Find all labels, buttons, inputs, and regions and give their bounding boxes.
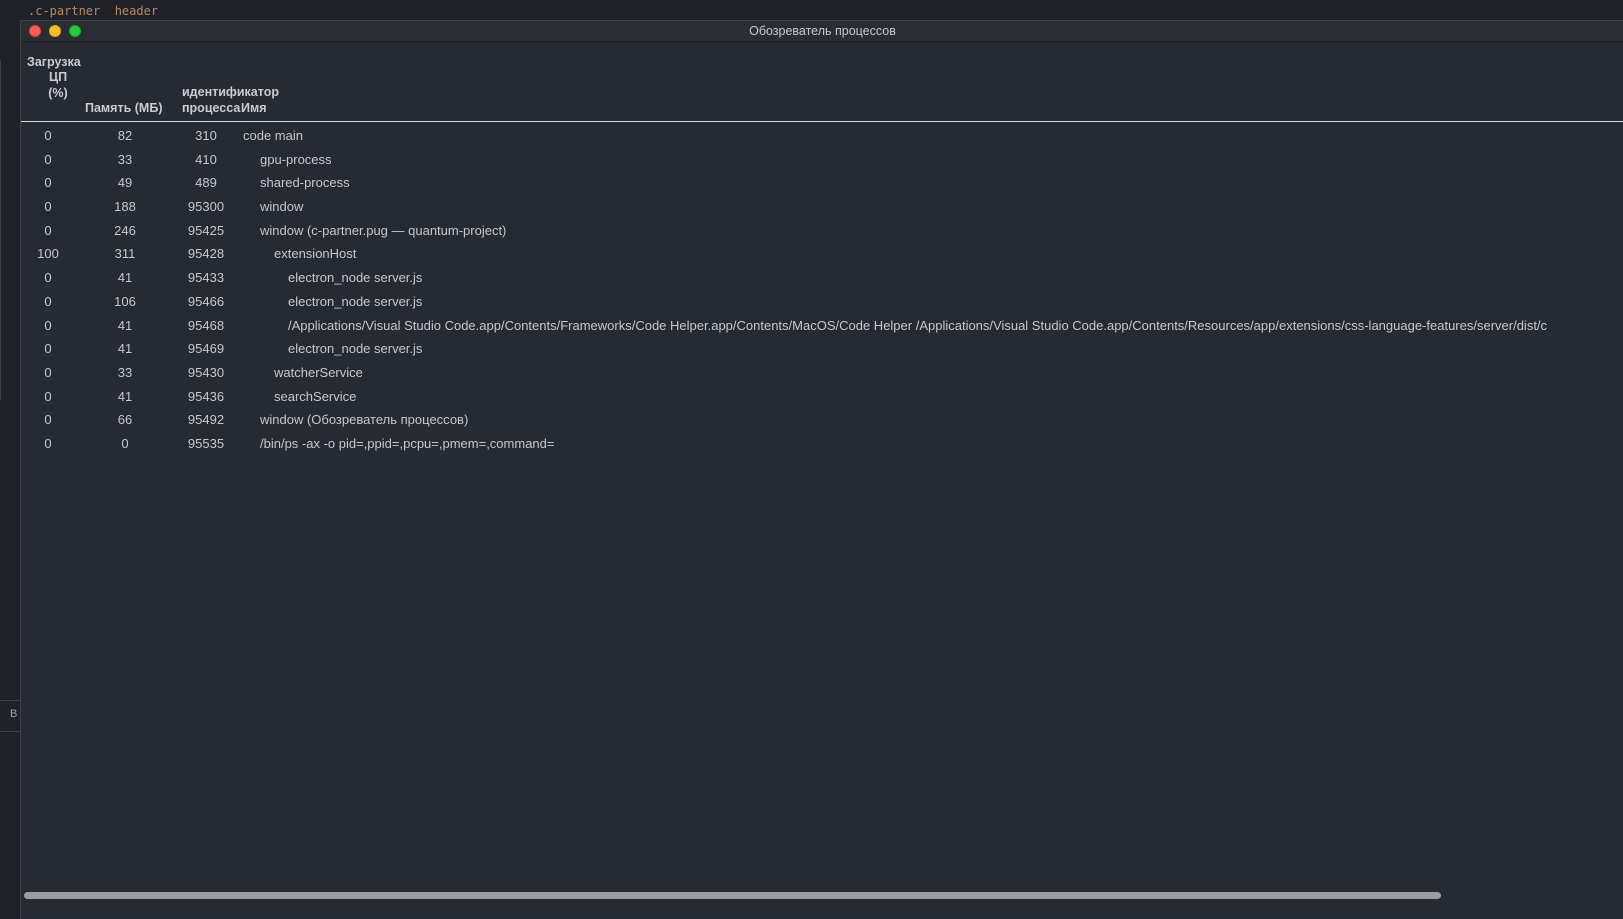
column-header-pid-line2: процесса bbox=[182, 101, 241, 115]
cell-cpu: 0 bbox=[44, 175, 52, 191]
table-row[interactable]: 0 33 95430 watcherService bbox=[21, 361, 1623, 385]
cell-name: extensionHost bbox=[274, 246, 357, 262]
cell-cpu: 0 bbox=[44, 199, 52, 215]
cell-name: electron_node server.js bbox=[288, 293, 423, 309]
column-header-cpu-line2: ЦП bbox=[48, 70, 68, 84]
cell-memory: 66 bbox=[117, 412, 133, 428]
cell-memory: 246 bbox=[114, 222, 136, 238]
column-header-cpu[interactable]: Загрузка ЦП (%) bbox=[27, 55, 89, 101]
table-row[interactable]: 0 33 410 gpu-process bbox=[21, 148, 1623, 172]
table-row[interactable]: 0 188 95300 window bbox=[21, 195, 1623, 219]
column-header-name[interactable]: Имя bbox=[241, 100, 267, 116]
table-row[interactable]: 0 49 489 shared-process bbox=[21, 171, 1623, 195]
cell-name: gpu-process bbox=[260, 151, 332, 167]
cell-name: watcherService bbox=[274, 364, 363, 380]
cell-memory: 49 bbox=[117, 175, 133, 191]
cell-pid: 95469 bbox=[187, 341, 225, 357]
cell-cpu: 0 bbox=[44, 270, 52, 286]
column-header-pid-line1: идентификатор bbox=[182, 85, 279, 99]
cell-pid: 95300 bbox=[187, 199, 225, 215]
cell-memory: 188 bbox=[114, 199, 136, 215]
cell-pid: 95428 bbox=[187, 246, 225, 262]
cell-memory: 311 bbox=[114, 246, 136, 262]
horizontal-scrollbar-thumb[interactable] bbox=[24, 892, 1441, 899]
cell-memory: 106 bbox=[114, 293, 136, 309]
cell-memory: 41 bbox=[117, 388, 133, 404]
cell-memory: 0 bbox=[121, 435, 129, 451]
table-row[interactable]: 0 106 95466 electron_node server.js bbox=[21, 290, 1623, 314]
process-table-body: 0 82 310 code main 0 33 410 gpu-process 0 49 489 sh… bbox=[21, 124, 1623, 456]
cell-name: shared-process bbox=[260, 175, 350, 191]
cell-pid: 95425 bbox=[187, 222, 225, 238]
cell-memory: 33 bbox=[117, 364, 133, 380]
cell-cpu: 100 bbox=[37, 246, 59, 262]
background-divider bbox=[0, 60, 1, 400]
cell-memory: 33 bbox=[117, 151, 133, 167]
column-header-pid[interactable]: идентификатор процесса bbox=[182, 84, 292, 116]
cell-cpu: 0 bbox=[44, 222, 52, 238]
cell-pid: 95535 bbox=[187, 435, 225, 451]
cell-name: code main bbox=[243, 128, 303, 143]
cell-memory: 41 bbox=[117, 341, 133, 357]
cell-cpu: 0 bbox=[44, 341, 52, 357]
cell-pid: 310 bbox=[195, 128, 217, 143]
table-header: Загрузка ЦП (%) Память (МБ) идентификато… bbox=[21, 48, 1623, 122]
cell-pid: 95433 bbox=[187, 270, 225, 286]
column-header-cpu-line1: Загрузка bbox=[27, 55, 81, 69]
cell-pid: 489 bbox=[195, 175, 217, 191]
cell-pid: 95430 bbox=[187, 364, 225, 380]
table-row[interactable]: 0 66 95492 window (Обозреватель процессов) bbox=[21, 408, 1623, 432]
cell-name: electron_node server.js bbox=[288, 270, 423, 286]
cell-pid: 95436 bbox=[187, 388, 225, 404]
cell-cpu: 0 bbox=[44, 412, 52, 428]
background-panel-letter: B bbox=[10, 708, 18, 720]
table-row[interactable]: 0 82 310 code main bbox=[21, 124, 1623, 148]
cell-pid: 95492 bbox=[187, 412, 225, 428]
cell-pid: 410 bbox=[195, 151, 217, 167]
table-row[interactable]: 0 41 95468/Applications/Visual Studio Code… bbox=[21, 314, 1623, 338]
column-header-memory[interactable]: Память (МБ) bbox=[85, 100, 175, 116]
cell-name: window (c-partner.pug — quantum-project) bbox=[260, 222, 507, 238]
table-row[interactable]: 0 0 95535/bin/ps -ax -o pid=,ppid=,pcpu=,p… bbox=[21, 432, 1623, 456]
cell-cpu: 0 bbox=[44, 128, 52, 143]
table-row[interactable]: 0 246 95425 window (c-partner.pug — quantum… bbox=[21, 219, 1623, 243]
cell-name: window bbox=[260, 199, 304, 215]
cell-memory: 41 bbox=[117, 270, 133, 286]
cell-name: window (Обозреватель процессов) bbox=[260, 412, 469, 428]
cell-cpu: 0 bbox=[44, 388, 52, 404]
table-row[interactable]: 0 41 95469 electron_node server.js bbox=[21, 337, 1623, 361]
cell-memory: 82 bbox=[117, 128, 133, 143]
table-row[interactable]: 100 311 95428 extensionHost bbox=[21, 242, 1623, 266]
window-title: Обозреватель процессов bbox=[749, 24, 896, 38]
cell-pid: 95468 bbox=[187, 317, 225, 333]
background-code-line: .c-partner header bbox=[28, 4, 159, 18]
cell-name: /bin/ps -ax -o pid=,ppid=,pcpu=,pmem=,co… bbox=[260, 435, 555, 451]
cell-name: electron_node server.js bbox=[288, 341, 423, 357]
horizontal-scrollbar[interactable] bbox=[21, 887, 1623, 903]
table-row[interactable]: 0 41 95433 electron_node server.js bbox=[21, 266, 1623, 290]
process-explorer-window: Обозреватель процессов Загрузка ЦП (%) П… bbox=[20, 20, 1623, 919]
cell-cpu: 0 bbox=[44, 435, 52, 451]
cell-cpu: 0 bbox=[44, 317, 52, 333]
cell-name: /Applications/Visual Studio Code.app/Con… bbox=[288, 317, 1548, 333]
cell-cpu: 0 bbox=[44, 293, 52, 309]
title-bar[interactable]: Обозреватель процессов bbox=[21, 21, 1623, 42]
column-header-cpu-line3: (%) bbox=[48, 86, 68, 100]
cell-memory: 41 bbox=[117, 317, 133, 333]
cell-cpu: 0 bbox=[44, 151, 52, 167]
cell-cpu: 0 bbox=[44, 364, 52, 380]
cell-name: searchService bbox=[274, 388, 357, 404]
cell-pid: 95466 bbox=[187, 293, 225, 309]
table-row[interactable]: 0 41 95436 searchService bbox=[21, 385, 1623, 409]
